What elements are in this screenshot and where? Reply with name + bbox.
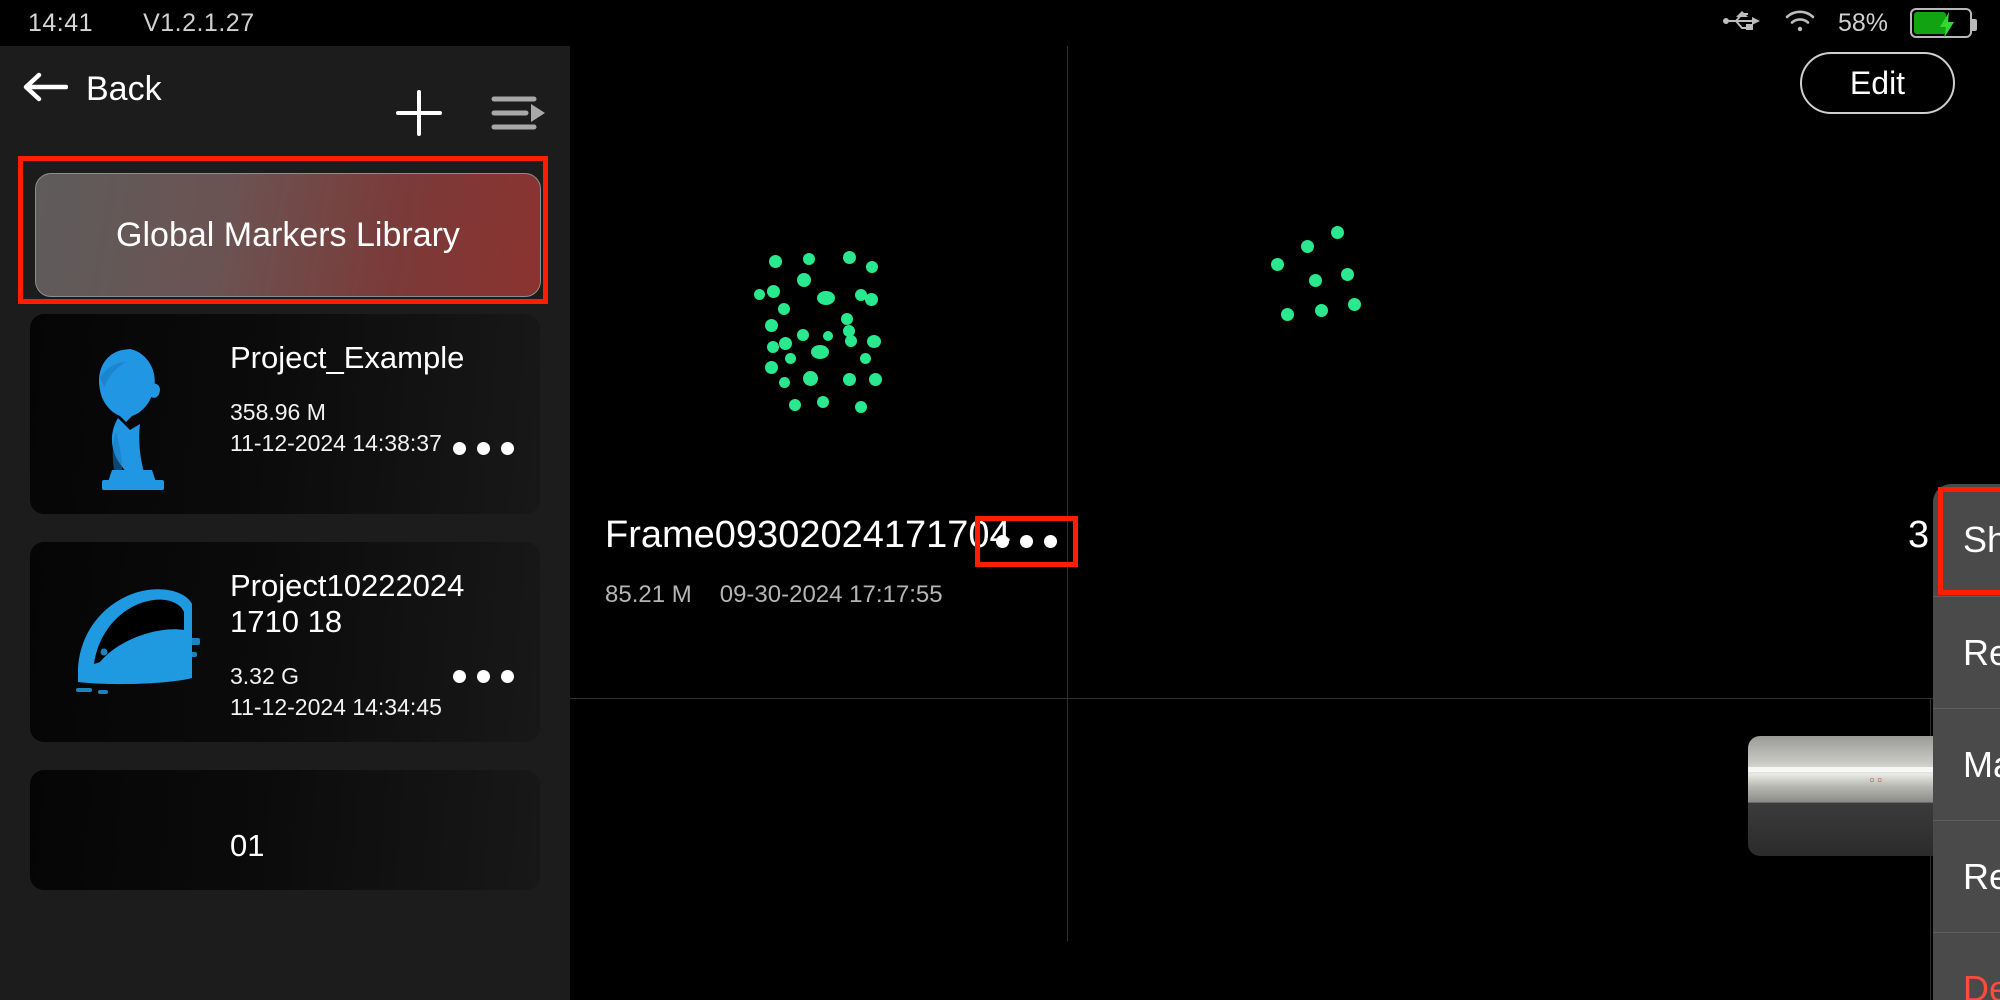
- marker-point-cloud: [1253, 226, 1363, 336]
- model-title: 3: [1908, 514, 1930, 556]
- more-dots-icon[interactable]: [453, 442, 514, 455]
- project-name: Project_Example: [230, 340, 465, 375]
- menu-item-markers-scan[interactable]: Markers Scan: [1933, 708, 2000, 820]
- project-date: 11-12-2024 14:38:37: [230, 430, 442, 456]
- edit-button-label: Edit: [1849, 64, 1906, 101]
- back-button[interactable]: Back: [22, 70, 162, 109]
- list-item[interactable]: Project102220241710 18 3.32 G 11-12-2024…: [30, 542, 540, 742]
- car-door-thumbnail: [60, 560, 210, 725]
- battery-charging-icon: [1910, 8, 1977, 38]
- list-item[interactable]: Project_Example 358.96 M 11-12-2024 14:3…: [30, 314, 540, 514]
- app-root: 14:41 V1.2.1.27 58% Back Global Markers …: [0, 0, 2000, 1000]
- global-markers-library-label: Global Markers Library: [116, 215, 460, 254]
- list-item-text: 01: [230, 828, 480, 864]
- list-item-text: Project102220241710 18 3.32 G 11-12-2024…: [230, 568, 480, 722]
- main-content: Frame09302024171704 85.21 M 09-30-2024 1…: [570, 46, 2000, 1000]
- photo-markers: ▫︎▫︎: [1869, 772, 1886, 787]
- model-title: Frame09302024171704: [605, 514, 1011, 556]
- arrow-left-icon: [22, 70, 69, 109]
- edit-button[interactable]: Edit: [1800, 52, 1955, 114]
- context-menu: Share Model Resume Scan: [1933, 484, 2000, 1000]
- menu-item-rename[interactable]: Rename: [1933, 820, 2000, 932]
- menu-item-label: Delete: [1963, 967, 2000, 1000]
- add-button[interactable]: [392, 86, 446, 145]
- list-item-text: Project_Example 358.96 M 11-12-2024 14:3…: [230, 340, 480, 458]
- project-size: 358.96 M: [230, 399, 326, 425]
- app-version-label: V1.2.1.27: [143, 8, 255, 37]
- more-dots-icon[interactable]: [975, 516, 1078, 567]
- global-markers-library-button[interactable]: Global Markers Library: [35, 173, 541, 297]
- project-size: 3.32 G: [230, 663, 300, 689]
- global-markers-library-highlight: Global Markers Library: [18, 156, 548, 304]
- status-time: 14:41: [28, 8, 94, 37]
- model-card[interactable]: Frame09302024171704 85.21 M 09-30-2024 1…: [570, 46, 1078, 698]
- metal-bar-photo-thumbnail[interactable]: ▫︎▫︎: [1748, 736, 1958, 856]
- marker-point-cloud: [745, 241, 882, 413]
- model-date: 09-30-2024 17:17:55: [719, 581, 943, 608]
- project-name: Project102220241710 18: [230, 568, 465, 639]
- sidebar-navbar: Back: [0, 46, 570, 136]
- status-bar: 14:41 V1.2.1.27 58%: [0, 0, 2000, 46]
- menu-item-delete[interactable]: Delete: [1933, 932, 2000, 1000]
- model-card[interactable]: 3: [1068, 46, 2000, 698]
- battery-percent-label: 58%: [1837, 8, 1888, 37]
- menu-item-resume-scan[interactable]: Resume Scan: [1933, 596, 2000, 708]
- menu-item-label: Share Model: [1963, 519, 2000, 560]
- project-name: 01: [230, 828, 265, 863]
- more-dots-icon[interactable]: [453, 670, 514, 683]
- menu-item-label: Markers Scan: [1963, 743, 2000, 785]
- list-arrow-icon[interactable]: [490, 91, 546, 140]
- model-size: 85.21 M: [605, 581, 692, 608]
- usb-icon: [1722, 10, 1762, 37]
- project-list: Project_Example 358.96 M 11-12-2024 14:3…: [0, 314, 570, 918]
- menu-item-share-model[interactable]: Share Model: [1933, 484, 2000, 596]
- status-icons: 58%: [1722, 8, 1977, 38]
- wifi-icon: [1784, 9, 1816, 38]
- menu-item-label: Rename: [1963, 855, 2000, 897]
- bust-statue-thumbnail: [60, 332, 210, 497]
- menu-item-label: Resume Scan: [1963, 631, 2000, 673]
- grid-divider-horizontal: [570, 698, 2000, 699]
- photo-highlight: [1748, 767, 1958, 773]
- sidebar-panel: Back Global Markers Library Project_Exam…: [0, 46, 570, 1000]
- list-item[interactable]: 01: [30, 770, 540, 890]
- back-label: Back: [86, 69, 162, 108]
- project-date: 11-12-2024 14:34:45: [230, 694, 442, 720]
